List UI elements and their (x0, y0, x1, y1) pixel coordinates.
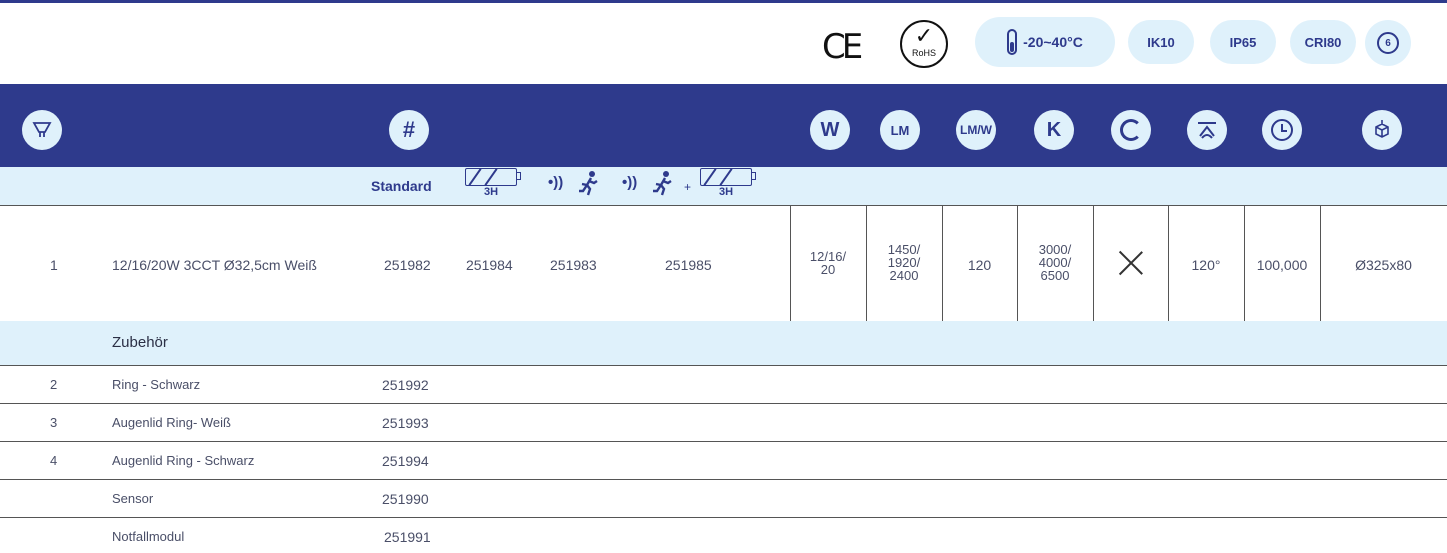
kelvin-icon: K (1034, 110, 1074, 150)
battery-hours-label: 3H (483, 186, 499, 198)
warranty-badge: 6 (1365, 20, 1411, 66)
clock-glyph-icon (1271, 119, 1293, 141)
list-item-article: 251991 (384, 529, 431, 545)
column-divider (866, 205, 867, 321)
plus-sign: + (684, 180, 692, 194)
cri-badge: CRI80 (1290, 20, 1356, 64)
beam-angle-value: 120° (1191, 257, 1221, 273)
list-item-number: 3 (50, 415, 58, 430)
accessories-band (0, 321, 1447, 365)
temperature-range: -20~40°C (1023, 34, 1083, 50)
list-item-number: 2 (50, 377, 58, 392)
list-item-name: Augenlid Ring - Schwarz (112, 453, 255, 468)
beam-angle-icon (1187, 110, 1227, 150)
dimensions-value: Ø325x80 (1355, 257, 1412, 273)
list-item-name: Augenlid Ring- Weiß (112, 415, 231, 430)
accessories-title: Zubehör (112, 334, 168, 351)
top-rule (0, 0, 1447, 3)
kelvin-line: 6500 (1040, 268, 1070, 283)
efficacy-icon: LM/W (956, 110, 996, 150)
row-divider (0, 517, 1447, 518)
article-emergency: 251984 (466, 257, 513, 273)
article-sensor-emergency: 251985 (665, 257, 712, 273)
cross-icon (1118, 250, 1144, 276)
list-item-article: 251994 (382, 453, 429, 469)
standard-label: Standard (371, 178, 432, 194)
efficacy-value: 120 (967, 257, 992, 273)
lifetime-value: 100,000 (1256, 257, 1308, 273)
row-number: 1 (50, 257, 58, 273)
motion-sensor-icon (578, 170, 600, 202)
watt-icon: W (810, 110, 850, 150)
battery-hours-label-2: 3H (718, 186, 734, 198)
list-item-name: Ring - Schwarz (112, 377, 201, 392)
header-bar (0, 84, 1447, 167)
column-divider (1017, 205, 1018, 321)
column-divider (1093, 205, 1094, 321)
lumen-line: 2400 (889, 268, 919, 283)
list-item-name: Notfallmodul (112, 529, 185, 544)
kelvin-cell: 3000/ 4000/ 6500 (1022, 243, 1088, 282)
column-divider (790, 205, 791, 321)
warranty-rosette-icon: 6 (1377, 32, 1399, 54)
lumen-icon: LM (880, 110, 920, 150)
lamp-icon (22, 110, 62, 150)
rohs-check-icon: ✓ (914, 23, 934, 48)
list-item-article: 251992 (382, 377, 429, 393)
wattage-line: 20 (820, 262, 836, 277)
row-divider (0, 205, 1447, 206)
product-description: 12/16/20W 3CCT Ø32,5cm Weiß (112, 257, 317, 273)
sensor-signal-icon: •)) (548, 174, 564, 191)
article-number-icon: # (389, 110, 429, 150)
list-item-number: 4 (50, 453, 58, 468)
box-glyph-icon (1375, 120, 1389, 138)
ik-badge: IK10 (1128, 20, 1194, 64)
battery-3h-icon: 3H (465, 168, 523, 198)
temperature-badge: -20~40°C (975, 17, 1115, 67)
ring-glyph-icon (1120, 119, 1142, 141)
article-standard: 251982 (384, 257, 431, 273)
row-divider (0, 441, 1447, 442)
lumen-cell: 1450/ 1920/ 2400 (871, 243, 937, 282)
battery-3h-icon-2: 3H (700, 168, 758, 198)
ring-icon (1111, 110, 1151, 150)
ce-mark: CE (822, 27, 863, 67)
list-item-name: Sensor (112, 491, 154, 506)
lamp-glyph-icon (32, 122, 52, 137)
rohs-label: RoHS (911, 48, 936, 58)
clock-icon (1262, 110, 1302, 150)
rohs-icon: ✓ RoHS (900, 20, 948, 68)
sensor-signal-icon-2: •)) (622, 174, 638, 191)
row-divider (0, 403, 1447, 404)
thermometer-icon (1007, 29, 1018, 55)
article-sensor: 251983 (550, 257, 597, 273)
list-item-article: 251990 (382, 491, 429, 507)
row-divider (0, 365, 1447, 366)
list-item-article: 251993 (382, 415, 429, 431)
ip-badge: IP65 (1210, 20, 1276, 64)
wattage-cell: 12/16/ 20 (795, 250, 861, 276)
row-divider (0, 479, 1447, 480)
dimensions-icon (1362, 110, 1402, 150)
motion-sensor-icon-2 (652, 170, 674, 202)
beam-glyph-icon (1198, 122, 1216, 139)
